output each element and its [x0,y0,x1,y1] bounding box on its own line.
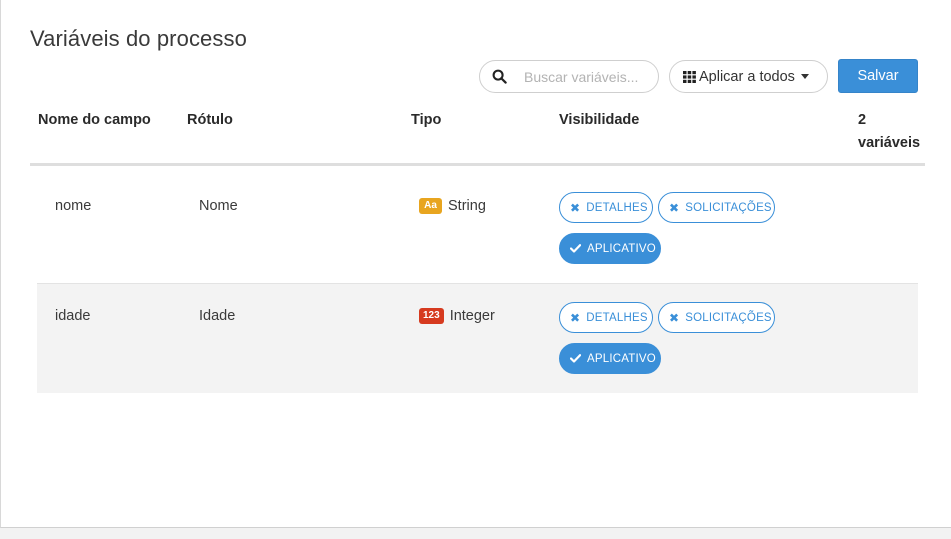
visibility-app-toggle[interactable]: APLICATIVO [559,233,661,264]
variable-count-number: 2 [858,112,867,128]
visibility-requests-label: SOLICITAÇÕES [685,311,772,324]
close-icon: ✖ [669,310,680,325]
type-cell: 123 Integer [419,307,495,325]
variable-count-label: variáveis [858,135,921,151]
close-icon: ✖ [570,200,581,215]
label-cell: Idade [199,308,236,324]
apply-to-all-label: Aplicar a todos [699,68,795,85]
close-icon: ✖ [669,200,680,215]
visibility-details-label: DETALHES [586,201,648,214]
table-row: idade Idade 123 Integer ✖ DETALHES ✖ SOLI… [37,283,918,393]
header-field-name: Nome do campo [38,112,151,128]
page-title: Variáveis do processo [30,26,247,51]
header-label: Rótulo [187,112,233,128]
visibility-app-label: APLICATIVO [587,352,656,365]
variable-count: 2 variáveis [858,109,920,155]
integer-type-icon: 123 [419,308,444,324]
visibility-requests-label: SOLICITAÇÕES [685,201,772,214]
field-name-cell: nome [55,198,92,214]
label-cell: Nome [199,198,238,214]
search-input[interactable] [524,68,654,85]
type-label: Integer [449,308,495,324]
visibility-app-label: APLICATIVO [587,242,656,255]
visibility-requests-toggle[interactable]: ✖ SOLICITAÇÕES [658,192,775,223]
process-variables-panel: Variáveis do processo Aplicar a todos Sa… [0,0,951,528]
header-visibility: Visibilidade [559,112,640,128]
visibility-details-label: DETALHES [586,311,648,324]
header-type: Tipo [411,112,442,128]
type-label: String [448,198,486,214]
search-icon [492,69,507,84]
grid-icon [683,70,696,83]
visibility-app-toggle[interactable]: APLICATIVO [559,343,661,374]
type-cell: Aa String [419,197,486,215]
field-name-cell: idade [55,308,91,324]
save-button[interactable]: Salvar [838,59,918,93]
visibility-requests-toggle[interactable]: ✖ SOLICITAÇÕES [658,302,775,333]
visibility-details-toggle[interactable]: ✖ DETALHES [559,192,653,223]
string-type-icon: Aa [419,198,442,214]
caret-down-icon [800,74,809,79]
table-row: nome Nome Aa String ✖ DETALHES ✖ SOLICITA… [37,166,918,283]
check-icon [570,354,581,363]
search-box[interactable] [479,60,659,93]
close-icon: ✖ [570,310,581,325]
apply-to-all-dropdown[interactable]: Aplicar a todos [669,60,828,93]
check-icon [570,244,581,253]
visibility-details-toggle[interactable]: ✖ DETALHES [559,302,653,333]
